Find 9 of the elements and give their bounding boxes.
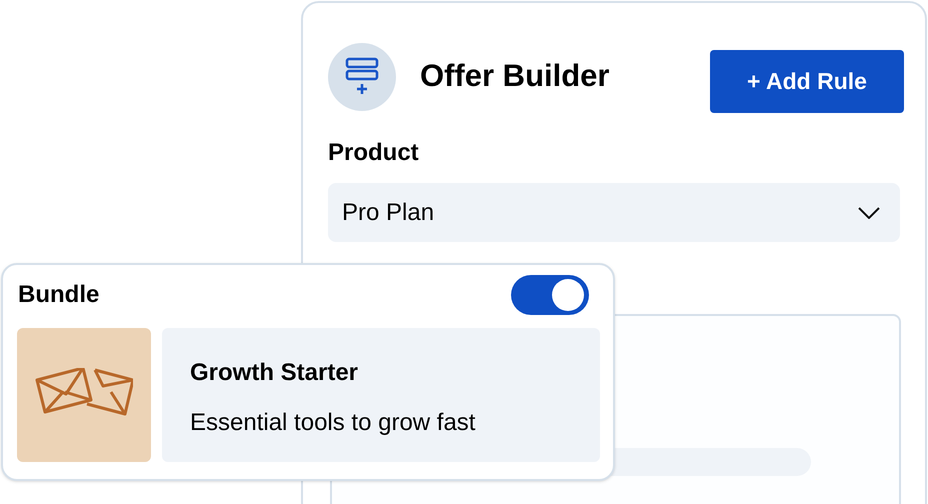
product-label: Product [328, 138, 420, 168]
bundle-item-title: Growth Starter [190, 358, 358, 388]
chevron-down-icon [858, 206, 880, 218]
bundle-toggle[interactable] [511, 275, 589, 315]
bundle-item-description: Essential tools to grow fast [190, 408, 476, 438]
bundle-label: Bundle [18, 280, 100, 310]
add-rule-button[interactable]: + Add Rule [710, 50, 904, 113]
product-dropdown[interactable]: Pro Plan [328, 183, 900, 242]
panel-title: Offer Builder [420, 57, 610, 96]
